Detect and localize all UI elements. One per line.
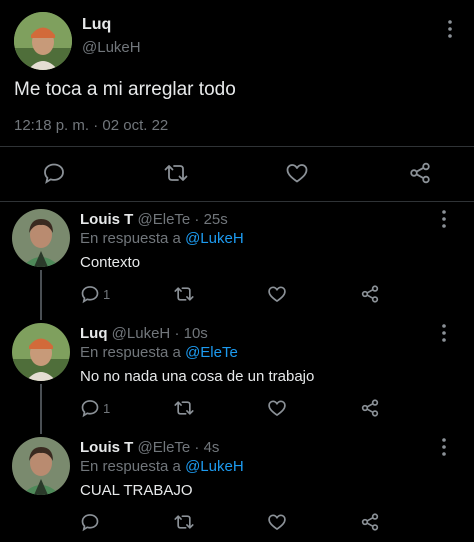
reply-context: En respuesta a @LukeH <box>80 230 244 247</box>
reply-handle[interactable]: @EleTe <box>138 211 191 228</box>
reply-time[interactable]: · 4s <box>194 439 219 456</box>
share-icon[interactable] <box>360 512 380 532</box>
reply-display-name[interactable]: Luq <box>80 325 108 342</box>
reply-header: Louis T @EleTe · 25s <box>80 211 228 228</box>
reply-text: CUAL TRABAJO <box>80 482 193 499</box>
reply-time[interactable]: · 10s <box>174 325 207 342</box>
reply-display-name[interactable]: Louis T <box>80 211 133 228</box>
retweet-icon[interactable] <box>173 512 195 532</box>
retweet-icon[interactable] <box>173 284 195 304</box>
reply-context: En respuesta a @LukeH <box>80 458 244 475</box>
reply-header: Louis T @EleTe · 4s <box>80 439 219 456</box>
kebab-menu-icon[interactable] <box>436 436 452 458</box>
like-icon[interactable] <box>267 512 287 532</box>
share-icon[interactable] <box>360 398 380 418</box>
avatar-main[interactable] <box>14 12 72 70</box>
reply-icon[interactable] <box>80 512 100 532</box>
kebab-menu-icon[interactable] <box>442 18 458 40</box>
reply-context-prefix: En respuesta a <box>80 230 181 247</box>
thread-line <box>40 270 42 320</box>
retweet-icon[interactable] <box>173 398 195 418</box>
like-icon[interactable] <box>285 161 309 185</box>
avatar-reply[interactable] <box>12 437 70 495</box>
reply-icon[interactable] <box>80 284 100 304</box>
divider <box>0 201 474 202</box>
reply-icon[interactable] <box>42 161 66 185</box>
reply-text: No no nada una cosa de un trabajo <box>80 368 315 385</box>
reply-text: Contexto <box>80 254 141 271</box>
like-icon[interactable] <box>267 284 287 304</box>
main-timestamp[interactable]: 12:18 p. m. · 02 oct. 22 <box>14 117 168 134</box>
avatar-reply[interactable] <box>12 209 70 267</box>
retweet-icon[interactable] <box>163 161 189 185</box>
main-display-name[interactable]: Luq <box>82 16 111 34</box>
reply-context-prefix: En respuesta a <box>80 344 181 361</box>
divider <box>0 146 474 147</box>
reply-mention-link[interactable]: @LukeH <box>185 230 244 247</box>
reply-context: En respuesta a @EleTe <box>80 344 238 361</box>
reply-mention-link[interactable]: @EleTe <box>185 344 238 361</box>
reply-icon[interactable] <box>80 398 100 418</box>
reply-handle[interactable]: @LukeH <box>112 325 171 342</box>
thread-line <box>40 384 42 434</box>
share-icon[interactable] <box>360 284 380 304</box>
reply-context-prefix: En respuesta a <box>80 458 181 475</box>
reply-count: 1 <box>103 287 111 302</box>
main-tweet-text: Me toca a mi arreglar todo <box>14 79 236 100</box>
reply-handle[interactable]: @EleTe <box>138 439 191 456</box>
avatar-reply[interactable] <box>12 323 70 381</box>
reply-time[interactable]: · 25s <box>194 211 227 228</box>
reply-count: 1 <box>103 401 111 416</box>
reply-header: Luq @LukeH · 10s <box>80 325 208 342</box>
reply-mention-link[interactable]: @LukeH <box>185 458 244 475</box>
main-handle[interactable]: @LukeH <box>82 39 141 56</box>
kebab-menu-icon[interactable] <box>436 322 452 344</box>
kebab-menu-icon[interactable] <box>436 208 452 230</box>
share-icon[interactable] <box>408 161 432 185</box>
like-icon[interactable] <box>267 398 287 418</box>
reply-display-name[interactable]: Louis T <box>80 439 133 456</box>
